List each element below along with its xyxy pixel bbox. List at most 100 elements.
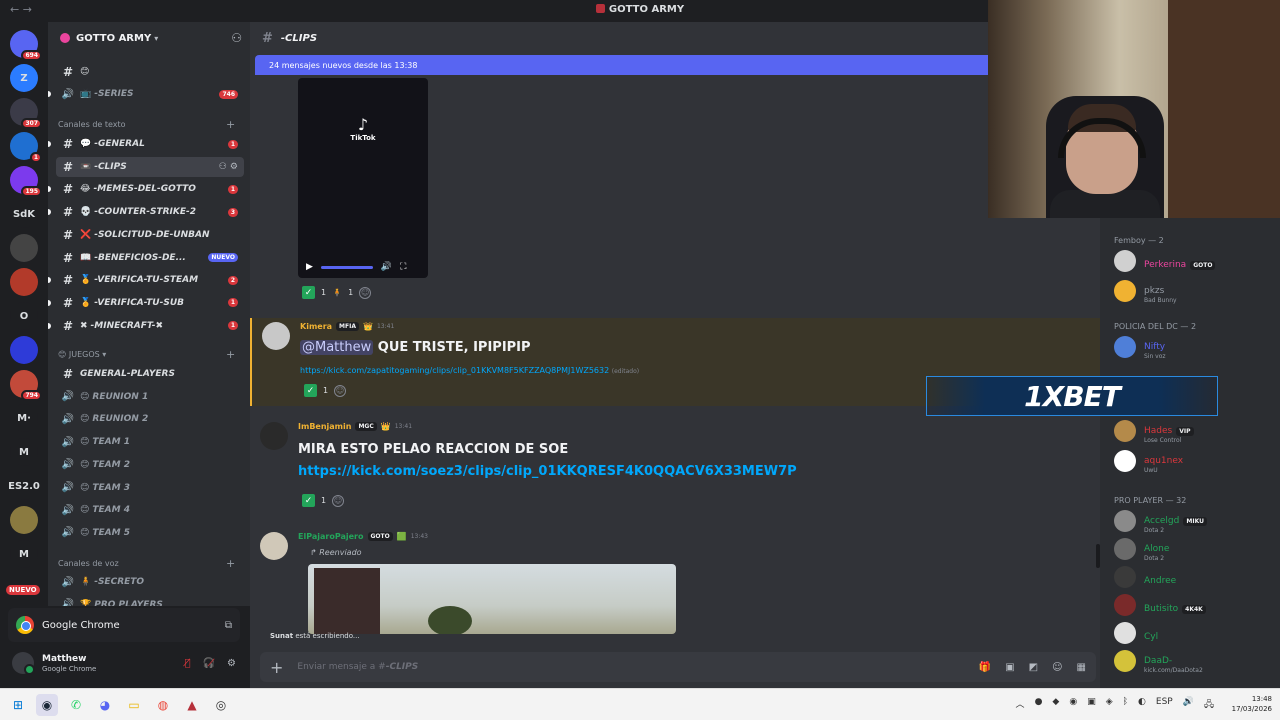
message-author[interactable]: ImBenjamin	[298, 422, 351, 431]
channel-memes-del-gotto[interactable]: # 😂 -MEMES-DEL-GOTTO 1	[48, 179, 244, 199]
member-row[interactable]: Nifty Sin voz	[1114, 334, 1280, 360]
avatar[interactable]	[1114, 510, 1136, 532]
add-channel-icon[interactable]: +	[226, 348, 235, 361]
gift-icon[interactable]: 🎁	[979, 662, 991, 673]
channel-solicitud-de-unban[interactable]: # ❌ -SOLICITUD-DE-UNBAN	[56, 225, 244, 245]
mute-mic-icon[interactable]: 🎙̸	[185, 658, 191, 669]
tray-app-icon[interactable]: ◆	[1052, 697, 1059, 713]
chrome-icon[interactable]: ◍	[152, 694, 174, 716]
server-15[interactable]: M	[10, 540, 38, 568]
avatar[interactable]	[1114, 280, 1136, 302]
bluetooth-icon[interactable]: ᛒ	[1123, 697, 1128, 713]
channel-general-players[interactable]: # GENERAL-PLAYERS	[56, 364, 244, 384]
file-explorer-icon[interactable]: ▭	[123, 694, 145, 716]
server-0[interactable]: 694	[10, 30, 42, 61]
invite-icon[interactable]: ⚇	[219, 162, 227, 172]
channel-item[interactable]: # 😊	[56, 62, 244, 82]
apps-icon[interactable]: ▦	[1077, 662, 1086, 673]
member-row[interactable]: Hades VIP Lose Control	[1114, 418, 1280, 444]
server-2[interactable]: 307	[10, 98, 42, 129]
server-7[interactable]	[10, 268, 38, 296]
server-8[interactable]: O	[10, 302, 38, 330]
member-row[interactable]: Butisito 4K4K	[1114, 592, 1280, 618]
channel-verifica-tu-sub[interactable]: # 🏅 -VERIFICA-TU-SUB 1	[48, 293, 244, 313]
channel-team-3[interactable]: 🔊 😊 TEAM 3	[56, 478, 244, 498]
avatar[interactable]	[1114, 450, 1136, 472]
discord-icon[interactable]: ◕	[94, 694, 116, 716]
server-9[interactable]	[10, 336, 38, 364]
server-6[interactable]	[10, 234, 38, 262]
forwarded-image[interactable]	[308, 564, 676, 634]
member-row[interactable]: Alone Dota 2	[1114, 536, 1280, 562]
server-10[interactable]: 794	[10, 370, 42, 401]
volume-icon[interactable]: 🔊	[381, 262, 392, 272]
channel-verifica-tu-steam[interactable]: # 🏅 -VERIFICA-TU-STEAM 2	[48, 270, 244, 290]
stop-share-icon[interactable]: ⧉	[225, 620, 232, 631]
server-3[interactable]: 1	[10, 132, 42, 163]
tray-app-icon[interactable]: ◐	[1138, 697, 1146, 713]
play-icon[interactable]: ▶	[306, 262, 313, 272]
channel-beneficios-de[interactable]: # 📖 -BENEFICIOS-DE... NUEVO	[56, 248, 244, 268]
volume-slider[interactable]	[320, 265, 373, 269]
member-row[interactable]: Accelgd MIKU Dota 2	[1114, 508, 1280, 534]
member-row[interactable]: aqu1nex UwU	[1114, 448, 1280, 474]
steam-icon[interactable]: ◉	[36, 693, 58, 716]
emoji-icon[interactable]: ☺	[1052, 662, 1062, 673]
avatar[interactable]	[262, 322, 290, 350]
gif-icon[interactable]: ▣	[1005, 662, 1014, 673]
channel-counter-strike-2[interactable]: # 💀 -COUNTER-STRIKE-2 3	[48, 202, 244, 222]
server-11[interactable]: M·	[10, 404, 38, 432]
channel-team-2[interactable]: 🔊 😊 TEAM 2	[56, 455, 244, 475]
server-1[interactable]: Z	[10, 64, 38, 92]
channel-reunion-2[interactable]: 🔊 😊 REUNION 2	[56, 409, 244, 429]
avatar[interactable]	[260, 422, 288, 450]
server-4[interactable]: 195	[10, 166, 42, 197]
tray-app-icon[interactable]: ●	[1035, 697, 1043, 713]
member-row[interactable]: DaaD-kick.com/DaaDota2	[1114, 648, 1280, 674]
invite-user-icon[interactable]: ⚇	[231, 31, 242, 45]
avatar[interactable]	[260, 532, 288, 560]
avatar[interactable]	[1114, 622, 1136, 644]
server-12[interactable]: M	[10, 438, 38, 466]
person-reaction-icon[interactable]: 🧍	[332, 288, 342, 297]
channel-minecraft[interactable]: # ✖ -MINECRAFT-✖ 1	[48, 316, 244, 336]
new-messages-bar[interactable]: 24 mensajes nuevos desde las 13:38	[255, 55, 1055, 75]
tiktok-video-player[interactable]: ♪ TikTok ▶ 🔊 ⛶	[298, 78, 428, 278]
language-indicator[interactable]: ESP	[1156, 697, 1173, 713]
message-author[interactable]: Kimera	[300, 322, 332, 331]
check-reaction-icon[interactable]: ✓	[302, 494, 315, 507]
channel-general[interactable]: # 💬 -GENERAL 1	[48, 134, 244, 154]
member-row[interactable]: Andree	[1114, 564, 1280, 590]
gear-icon[interactable]: ⚙	[227, 658, 236, 669]
avatar[interactable]	[1114, 650, 1136, 672]
tray-chevron-icon[interactable]: ︿	[1016, 697, 1025, 713]
whatsapp-icon[interactable]: ✆	[65, 694, 87, 716]
channel-clips[interactable]: # 📼 -CLIPS ⚇ ⚙	[56, 156, 244, 177]
channel-pro-players[interactable]: 🔊 🏆 PRO PLAYERS	[56, 595, 244, 606]
member-row[interactable]: pkzs Bad Bunny	[1114, 278, 1280, 304]
message-link[interactable]: https://kick.com/zapatitogaming/clips/cl…	[300, 366, 609, 375]
add-channel-icon[interactable]: +	[226, 557, 235, 570]
channel-team-1[interactable]: 🔊 😊 TEAM 1	[56, 432, 244, 452]
clock[interactable]: 13:48 17/03/2026	[1232, 694, 1272, 714]
attach-plus-icon[interactable]: +	[270, 658, 283, 677]
add-reaction-icon[interactable]: ☺	[334, 384, 347, 397]
channel-team-5[interactable]: 🔊 😊 TEAM 5	[56, 523, 244, 543]
message-author[interactable]: ElPajaroPajero	[298, 532, 364, 541]
category-voice-channels[interactable]: Canales de voz +	[58, 557, 235, 570]
message-composer[interactable]: + Enviar mensaje a #-CLIPS 🎁 ▣ ◩ ☺ ▦	[260, 652, 1096, 682]
category-text-channels[interactable]: Canales de texto +	[58, 118, 235, 131]
message-link[interactable]: https://kick.com/soez3/clips/clip_01KKQR…	[298, 464, 797, 479]
member-row[interactable]: Perkerina GOTO	[1114, 248, 1280, 274]
channel-team-4[interactable]: 🔊 😊 TEAM 4	[56, 500, 244, 520]
gear-icon[interactable]: ⚙	[230, 162, 238, 172]
avatar[interactable]	[12, 652, 35, 675]
avatar[interactable]	[1114, 420, 1136, 442]
deafen-icon[interactable]: 🎧̸	[203, 658, 215, 669]
sticker-icon[interactable]: ◩	[1029, 662, 1038, 673]
channel-reunion-1[interactable]: 🔊 😊 REUNION 1	[56, 387, 244, 407]
server-13[interactable]: ES2.0	[8, 472, 40, 500]
avatar[interactable]	[1114, 538, 1136, 560]
avatar[interactable]	[1114, 336, 1136, 358]
avatar[interactable]	[1114, 594, 1136, 616]
